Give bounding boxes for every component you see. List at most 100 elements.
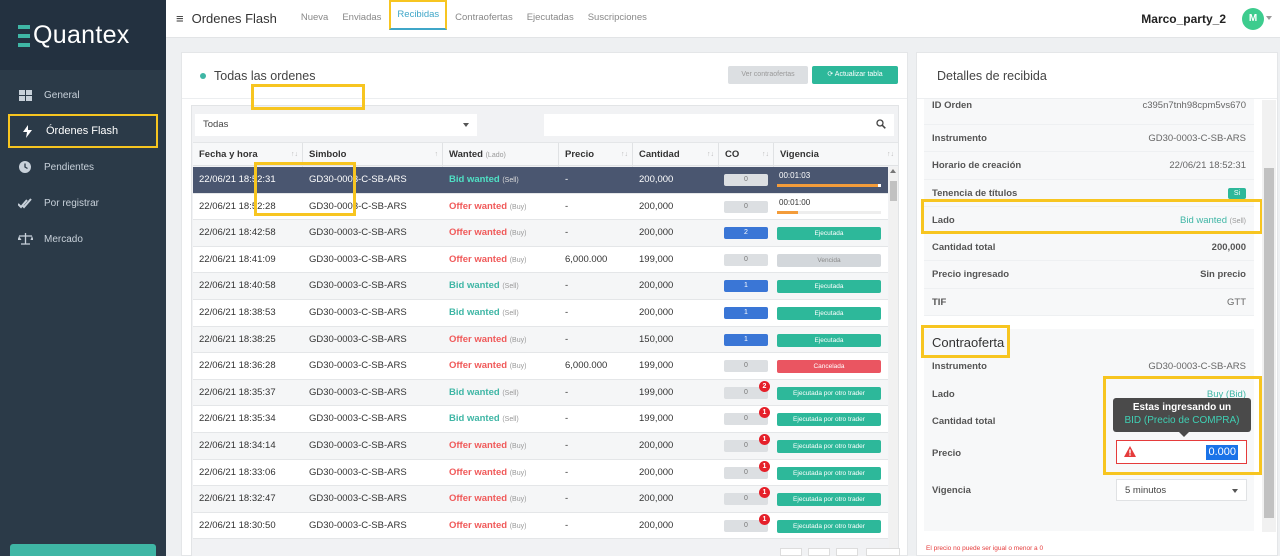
details-scrollbar[interactable] [1262,100,1276,532]
wanted-text: Offer wanted [449,360,508,372]
topbar: ≡ Ordenes Flash Nueva Enviadas Recibidas… [166,0,1280,38]
filter-value: Todas [203,119,229,130]
co-count[interactable]: 1 [724,280,768,293]
cell-wanted: Offer wanted (Buy) [443,247,526,273]
actualizar-tabla-button[interactable]: ⟳ Actualizar tabla [812,66,898,84]
table-row[interactable]: 22/06/21 18:40:58 GD30-0003-C-SB-ARS Bid w… [193,273,888,300]
tab-ejecutadas[interactable]: Ejecutadas [521,0,580,38]
cell-fecha: 22/06/21 18:42:58 [199,227,276,239]
scrollbar-thumb[interactable] [890,181,897,201]
table-row[interactable]: 22/06/21 18:52:31 GD30-0003-C-SB-ARS Bid w… [193,167,888,194]
table-row[interactable]: 22/06/21 18:42:58 GD30-0003-C-SB-ARS Offer… [193,220,888,247]
co-count[interactable]: 2 [724,227,768,240]
sidebar-item-general[interactable]: General [8,78,158,112]
table-row[interactable]: 22/06/21 18:52:28 GD30-0003-C-SB-ARS Offer… [193,193,888,221]
pagination-button[interactable] [866,548,900,556]
table-row[interactable]: 22/06/21 18:41:09 GD30-0003-C-SB-ARS Offer… [193,246,888,274]
col-precio[interactable]: Precio ↑↓ [559,143,633,167]
cell-precio: - [565,333,569,345]
pagination-button[interactable] [836,548,858,556]
vigencia-select[interactable]: 5 minutos [1116,479,1247,501]
lado-text: (Buy) [509,443,527,450]
vigencia-status-badge: Ejecutada por otro trader [777,413,881,427]
cell-precio: - [565,386,569,398]
tab-enviadas[interactable]: Enviadas [336,0,387,38]
wanted-text: Offer wanted [449,493,508,505]
ver-contraofertas-button[interactable]: Ver contraofertas [728,66,808,84]
precio-value[interactable]: 0.000 [1206,445,1238,460]
search-input[interactable] [544,114,894,136]
co-count[interactable]: 0 [724,360,768,373]
table-row[interactable]: 22/06/21 18:38:53 GD30-0003-C-SB-ARS Bid w… [193,300,888,327]
detail-value: c395n7tnh98cpm5vs670 [1142,100,1246,111]
precio-input[interactable]: 0.000 [1116,440,1247,464]
co-count[interactable]: 0 [724,200,768,213]
table-row[interactable]: 22/06/21 18:35:34 GD30-0003-C-SB-ARS Bid w… [193,406,888,433]
scrollbar-thumb[interactable] [1264,168,1274,518]
co-count[interactable]: 1 [724,333,768,346]
cell-wanted: Bid wanted (Sell) [443,273,519,299]
col-vigencia-label: Vigencia [780,149,819,160]
col-fecha-label: Fecha y hora [199,149,258,160]
search-icon[interactable] [876,119,886,129]
chevron-down-icon[interactable] [1266,16,1272,20]
scale-icon [16,232,34,246]
filter-select[interactable]: Todas [195,114,477,136]
col-simbolo[interactable]: Simbolo ↑ [303,143,443,167]
table-row[interactable]: 22/06/21 18:35:37 GD30-0003-C-SB-ARS Bid w… [193,379,888,407]
vigencia-status-badge: Ejecutada por otro trader [777,386,881,400]
cell-precio: - [565,227,569,239]
cell-cantidad: 200,000 [639,440,674,451]
table-row[interactable]: 22/06/21 18:38:25 GD30-0003-C-SB-ARS Offer… [193,326,888,354]
cell-cantidad: 200,000 [639,280,674,292]
vigencia-status-badge: Vencida [777,253,881,267]
tab-suscripciones[interactable]: Suscripciones [582,0,653,38]
sidebar-item-label: Pendientes [44,161,95,173]
tooltip-line-1: Estas ingresando un [1132,402,1232,413]
table-scrollbar[interactable] [889,167,898,556]
cell-fecha: 22/06/21 18:33:06 [199,466,276,478]
avatar[interactable]: M [1242,8,1264,30]
tab-nueva[interactable]: Nueva [295,0,334,38]
sidebar-item-pendientes[interactable]: Pendientes [8,150,158,184]
co-count[interactable]: 1 [724,307,768,319]
table-row[interactable]: 22/06/21 18:33:06 GD30-0003-C-SB-ARS Offer… [193,459,888,487]
tab-contraofertas[interactable]: Contraofertas [449,0,519,38]
detail-row-precio: Precio ingresado Sin precio [924,261,1254,289]
orders-table-container: Todas Fecha y hora ↑↓ Simbolo ↑ Wanted (La… [191,105,899,556]
col-wanted[interactable]: Wanted (Lado) [443,143,559,167]
cell-cantidad: 200,000 [639,307,674,318]
table-row[interactable]: 22/06/21 18:30:50 GD30-0003-C-SB-ARS Offer… [193,512,888,540]
tab-recibidas[interactable]: Recibidas [389,0,448,30]
co-count[interactable]: 0 [724,174,768,186]
table-row[interactable]: 22/06/21 18:32:47 GD30-0003-C-SB-ARS Offer… [193,486,888,513]
col-cantidad[interactable]: Cantidad ↑↓ [633,143,719,167]
co-count[interactable]: 0 [724,253,768,266]
lado-text: (Buy) [509,203,527,211]
actualizar-tabla-label: Actualizar tabla [834,71,883,78]
table-row[interactable]: 22/06/21 18:36:28 GD30-0003-C-SB-ARS Offer… [193,353,888,380]
sidebar-item-ordenes-flash[interactable]: Órdenes Flash [8,114,158,148]
col-vigencia[interactable]: Vigencia ↑↓ [774,143,898,167]
user-name[interactable]: Marco_party_2 [1141,12,1226,26]
scroll-up-icon[interactable] [890,169,896,173]
detail-value: 200,000 [1211,242,1246,254]
col-fecha[interactable]: Fecha y hora ↑↓ [193,143,303,167]
sidebar-bottom-button[interactable] [10,544,156,556]
cell-simbolo: GD30-0003-C-SB-ARS [309,440,407,451]
col-co[interactable]: CO ↑↓ [719,143,774,167]
cell-cantidad: 150,000 [639,333,674,345]
pagination-button[interactable] [808,548,830,556]
cell-cantidad: 199,000 [639,413,674,425]
notification-badge: 2 [759,380,770,392]
cell-fecha: 22/06/21 18:30:50 [199,519,276,531]
orders-panel-title: Todas las ordenes [214,68,316,83]
sidebar-item-mercado[interactable]: Mercado [8,222,158,256]
lado-text: (Buy) [509,256,527,264]
sidebar-item-por-registrar[interactable]: Por registrar [8,186,158,220]
cell-cantidad: 200,000 [639,174,674,185]
hamburger-icon[interactable]: ≡ [176,11,184,26]
table-row[interactable]: 22/06/21 18:34:14 GD30-0003-C-SB-ARS Offer… [193,433,888,460]
bolt-icon [18,124,36,138]
pagination-button[interactable] [780,548,802,556]
